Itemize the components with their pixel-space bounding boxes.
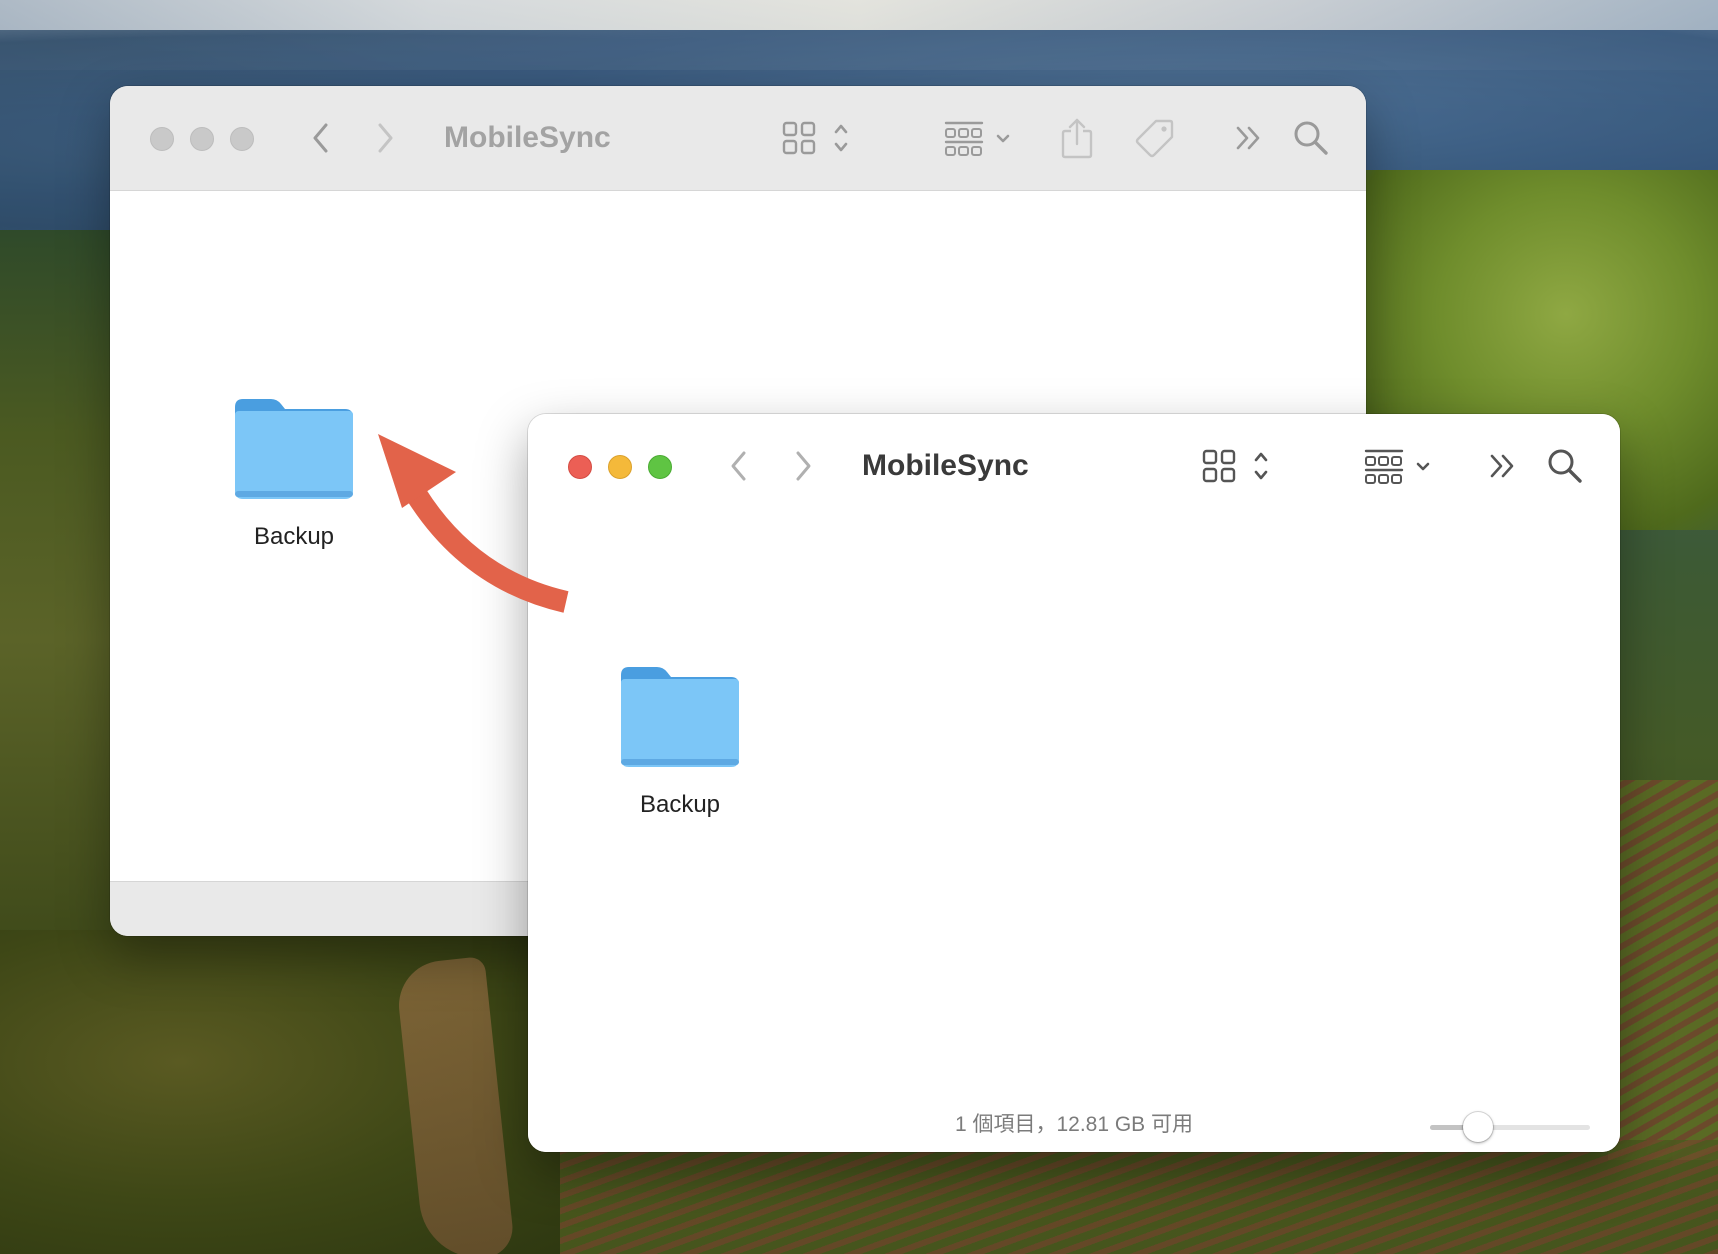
- icon-size-slider[interactable]: [1430, 1112, 1590, 1142]
- more-toolbar-icon[interactable]: [1234, 116, 1264, 160]
- window-title: MobileSync: [444, 121, 611, 154]
- forward-chevron-icon[interactable]: [370, 116, 400, 160]
- close-button[interactable]: [150, 127, 174, 151]
- back-chevron-icon[interactable]: [306, 116, 336, 160]
- folder-label: Backup: [639, 791, 721, 818]
- icon-view-icon[interactable]: [1202, 444, 1276, 488]
- wallpaper-vineyard-right: [1608, 780, 1718, 1160]
- minimize-button[interactable]: [608, 455, 632, 479]
- zoom-button[interactable]: [230, 127, 254, 151]
- forward-chevron-icon[interactable]: [788, 444, 818, 488]
- folder-item[interactable]: Backup: [590, 665, 770, 819]
- folder-icon: [235, 399, 353, 499]
- group-by-icon[interactable]: [1364, 444, 1436, 488]
- status-bar: 1 個項目，12.81 GB 可用: [528, 1098, 1620, 1152]
- share-icon[interactable]: [1060, 116, 1094, 160]
- file-area[interactable]: Backup 1 個項目，12.81 GB 可用: [528, 519, 1620, 1152]
- zoom-button[interactable]: [648, 455, 672, 479]
- group-by-icon[interactable]: [944, 116, 1016, 160]
- minimize-button[interactable]: [190, 127, 214, 151]
- search-icon[interactable]: [1546, 444, 1584, 488]
- folder-icon: [621, 667, 739, 767]
- folder-label: Backup: [253, 523, 335, 550]
- wallpaper-vineyard: [560, 1140, 1718, 1254]
- finder-window-front[interactable]: MobileSync Backup 1 個項目，12.81 GB 可用: [528, 414, 1620, 1152]
- slider-thumb[interactable]: [1463, 1112, 1493, 1142]
- back-chevron-icon[interactable]: [724, 444, 754, 488]
- icon-view-icon[interactable]: [782, 116, 856, 160]
- more-toolbar-icon[interactable]: [1488, 444, 1518, 488]
- toolbar: MobileSync: [528, 414, 1620, 518]
- drag-direction-arrow: [378, 434, 569, 613]
- tag-icon[interactable]: [1134, 116, 1176, 160]
- folder-item[interactable]: Backup: [204, 397, 384, 551]
- window-title: MobileSync: [862, 449, 1029, 482]
- toolbar: MobileSync: [110, 86, 1366, 191]
- search-icon[interactable]: [1292, 116, 1330, 160]
